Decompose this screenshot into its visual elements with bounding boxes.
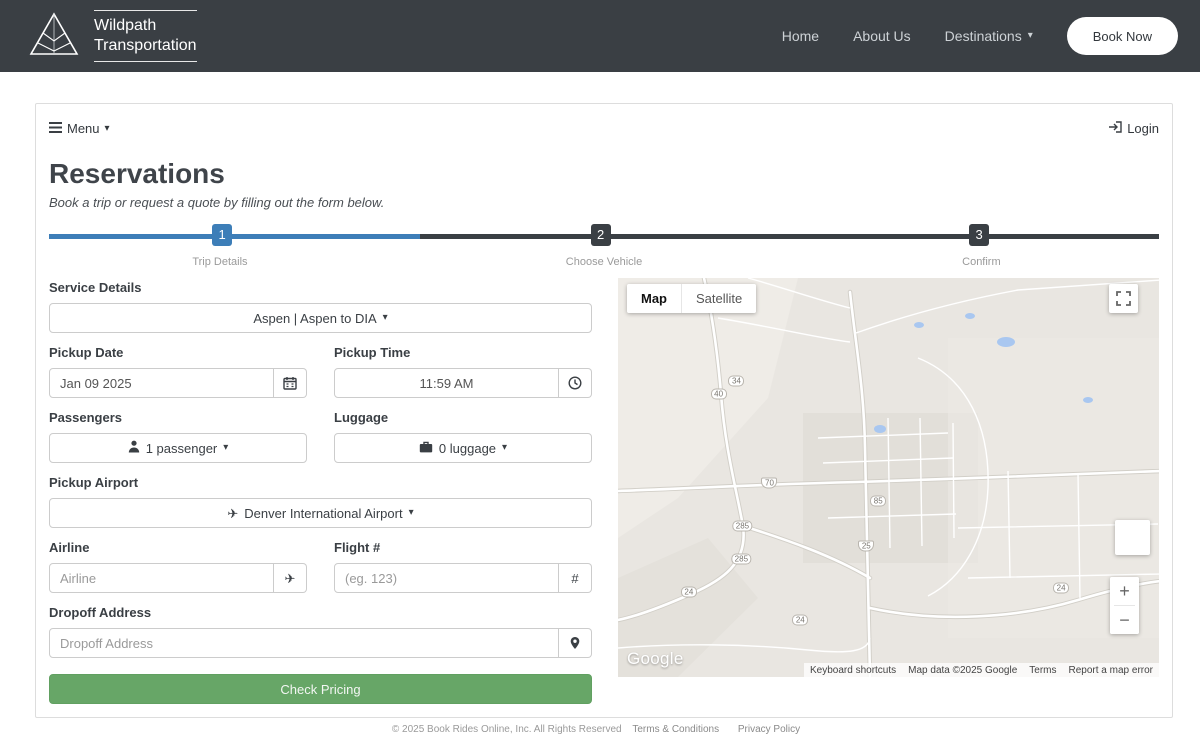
chevron-down-icon: ▾ [502, 442, 508, 453]
flight-number-input[interactable] [334, 563, 559, 593]
step-3-badge[interactable]: 3 [969, 224, 990, 246]
reservation-form: Service Details Aspen | Aspen to DIA ▾ P… [49, 276, 592, 704]
map-marker-button[interactable] [559, 628, 592, 658]
plane-icon: ✈ [284, 570, 296, 586]
fullscreen-button[interactable] [1109, 284, 1138, 313]
highway-shield: 24 [792, 614, 809, 626]
pickup-airport-value: Denver International Airport [244, 505, 403, 521]
map-roads [618, 278, 1159, 677]
step-2-badge[interactable]: 2 [590, 224, 611, 246]
chevron-down-icon: ▾ [223, 442, 229, 453]
menu-toggle[interactable]: Menu ▾ [49, 121, 110, 136]
step-2-label: Choose Vehicle [565, 256, 643, 268]
reservation-card: Menu ▾ Login Reservations Book a trip or… [35, 103, 1173, 718]
report-map-error-link[interactable]: Report a map error [1063, 665, 1159, 676]
luggage-label: Luggage [334, 410, 389, 425]
highway-shield: 85 [870, 495, 887, 507]
highway-shield: 285 [732, 520, 753, 532]
highway-shield: 285 [731, 553, 752, 565]
login-link[interactable]: Login [1108, 121, 1159, 136]
map-terms-link[interactable]: Terms [1023, 665, 1062, 676]
book-now-button[interactable]: Book Now [1066, 17, 1178, 55]
calendar-button[interactable] [274, 368, 307, 398]
chevron-down-icon: ▾ [104, 122, 110, 134]
privacy-policy-link[interactable]: Privacy Policy [738, 724, 800, 735]
step-3-label: Confirm [962, 256, 1001, 268]
progress-steps: 1 2 3 Trip Details Choose Vehicle Confir… [49, 224, 1159, 274]
clock-button[interactable] [559, 368, 592, 398]
service-details-label: Service Details [49, 280, 142, 295]
service-select[interactable]: Aspen | Aspen to DIA ▾ [49, 303, 592, 333]
passengers-select[interactable]: 1 passenger ▾ [49, 433, 307, 463]
flight-number-label: Flight # [334, 540, 381, 555]
luggage-select[interactable]: 0 luggage ▾ [334, 433, 592, 463]
check-pricing-button[interactable]: Check Pricing [49, 674, 592, 704]
pickup-airport-select[interactable]: ✈ Denver International Airport ▾ [49, 498, 592, 528]
nav-about-us[interactable]: About Us [853, 28, 911, 44]
map-data-credit: Map data ©2025 Google [908, 664, 1018, 676]
card-menubar: Menu ▾ Login [49, 117, 1159, 138]
pickup-time-input[interactable] [334, 368, 559, 398]
pickup-airport-label: Pickup Airport [49, 475, 139, 490]
step-1-badge[interactable]: 1 [212, 224, 233, 246]
mountain-logo-icon [28, 11, 80, 62]
top-header: Wildpath Transportation Home About Us De… [0, 0, 1200, 72]
zoom-control: + − [1110, 577, 1139, 634]
page-subtitle: Book a trip or request a quote by fillin… [49, 195, 385, 210]
pickup-time-label: Pickup Time [334, 345, 411, 360]
chevron-down-icon: ▾ [382, 312, 388, 323]
highway-shield: 40 [710, 388, 727, 400]
dropoff-address-label: Dropoff Address [49, 605, 152, 620]
map-attribution: Keyboard shortcuts Map data ©2025 Google… [803, 663, 1159, 677]
airline-plane-button[interactable]: ✈ [274, 563, 307, 593]
highway-shield: 24 [1053, 582, 1070, 594]
terms-conditions-link[interactable]: Terms & Conditions [632, 724, 719, 735]
pickup-date-input[interactable] [49, 368, 274, 398]
highway-shield: 34 [728, 375, 745, 387]
pickup-date-label: Pickup Date [49, 345, 124, 360]
page-title: Reservations [49, 158, 225, 189]
map-view-button[interactable]: Map [627, 284, 681, 313]
nav-home[interactable]: Home [782, 28, 819, 44]
hamburger-icon [49, 121, 62, 136]
zoom-in-button[interactable]: + [1110, 577, 1139, 605]
step-1-label: Trip Details [192, 256, 248, 268]
top-nav: Home About Us Destinations ▾ Book Now [782, 17, 1178, 55]
passengers-value: 1 passenger [145, 440, 218, 456]
airline-label: Airline [49, 540, 90, 555]
satellite-view-button[interactable]: Satellite [682, 284, 757, 313]
dropoff-address-input[interactable] [49, 628, 559, 658]
google-map[interactable]: 40 34 70 85 285 285 25 24 24 24 Map Satellite + −… [618, 278, 1159, 677]
person-icon [128, 440, 140, 456]
brand-logo[interactable]: Wildpath Transportation [28, 10, 197, 62]
highway-shield: 24 [680, 586, 697, 598]
zoom-out-button[interactable]: − [1110, 606, 1139, 634]
copyright-text: © 2025 Book Rides Online, Inc. All Right… [391, 724, 622, 735]
briefcase-icon [419, 441, 433, 456]
page-footer: © 2025 Book Rides Online, Inc. All Right… [0, 724, 1200, 735]
hash-button[interactable]: # [559, 563, 592, 593]
sign-in-icon [1108, 121, 1122, 136]
nav-destinations[interactable]: Destinations ▾ [945, 28, 1033, 44]
google-logo[interactable]: Google [627, 649, 684, 669]
map-type-control: Map Satellite [627, 284, 757, 313]
pegman-control[interactable] [1115, 520, 1150, 555]
chevron-down-icon: ▾ [1027, 30, 1033, 41]
service-select-value: Aspen | Aspen to DIA [253, 310, 377, 326]
plane-icon: ✈ [227, 505, 239, 521]
progress-fill [49, 234, 420, 239]
keyboard-shortcuts-link[interactable]: Keyboard shortcuts [804, 665, 902, 676]
passengers-label: Passengers [49, 410, 122, 425]
luggage-value: 0 luggage [438, 440, 497, 456]
airline-input[interactable] [49, 563, 274, 593]
brand-name: Wildpath Transportation [94, 10, 197, 62]
chevron-down-icon: ▾ [408, 507, 414, 518]
